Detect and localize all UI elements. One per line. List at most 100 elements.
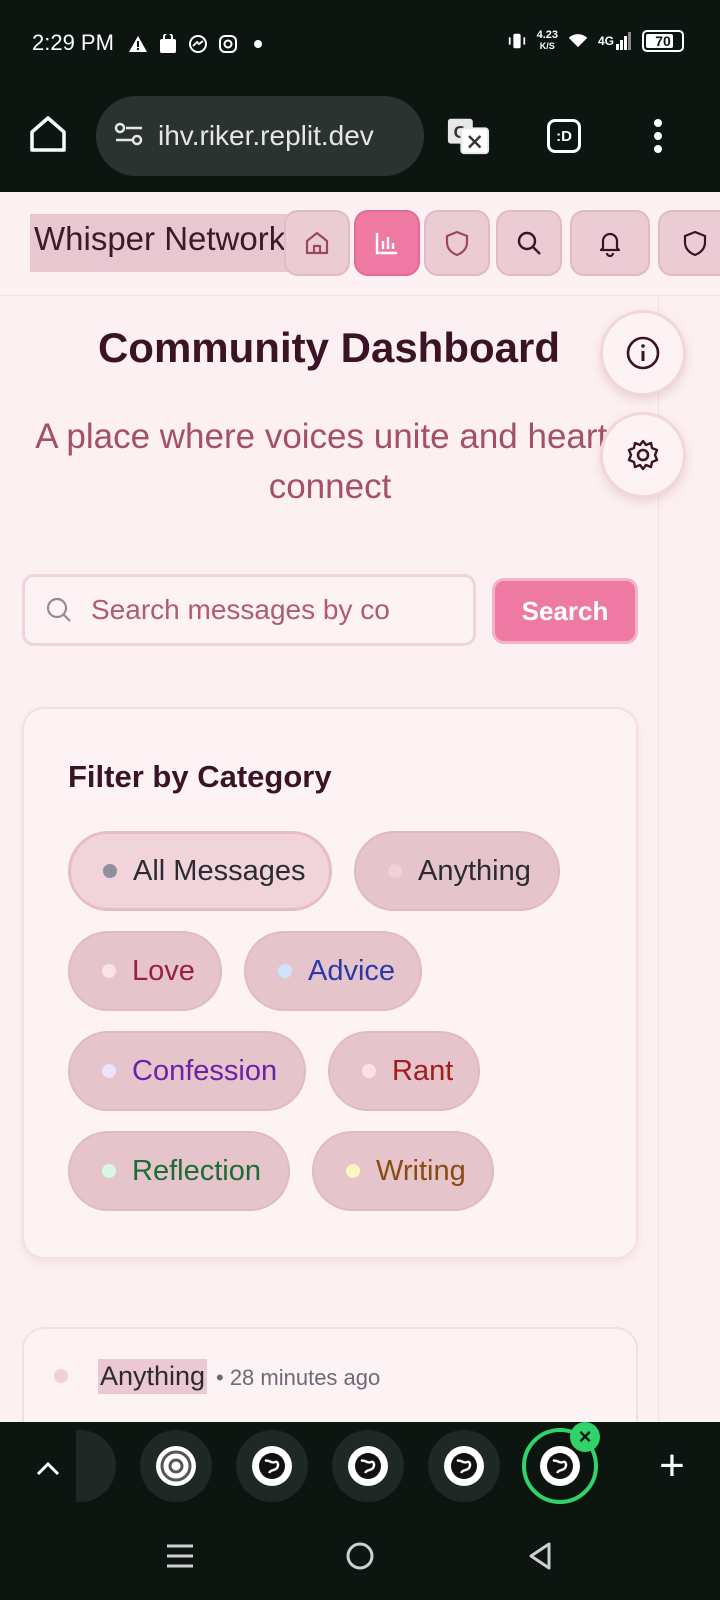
- recent-apps-button[interactable]: [158, 1534, 202, 1578]
- more-vertical-icon: [654, 119, 662, 153]
- message-category: Anything: [98, 1359, 208, 1394]
- page-title: Community Dashboard: [97, 324, 561, 371]
- address-bar[interactable]: ihv.riker.replit.dev: [96, 96, 424, 176]
- search-field[interactable]: [22, 574, 476, 646]
- chip-label: Confession: [132, 1054, 278, 1087]
- tab-switcher-button[interactable]: :D: [542, 114, 586, 158]
- browser-toolbar: ihv.riker.replit.dev G :D: [0, 92, 720, 190]
- browser-tab-chrome[interactable]: [140, 1430, 212, 1502]
- home-icon: [305, 231, 329, 255]
- translate-icon: G: [447, 118, 490, 155]
- search-button[interactable]: Search: [492, 578, 638, 644]
- plus-icon: +: [659, 1441, 685, 1490]
- nav-search-button[interactable]: [496, 210, 562, 276]
- nav-admin-button[interactable]: [658, 210, 720, 276]
- chip-dot: [346, 1164, 360, 1178]
- translate-button[interactable]: G: [446, 114, 490, 158]
- chip-dot: [103, 864, 117, 878]
- globe-icon: [348, 1446, 388, 1486]
- dot-icon: [248, 34, 268, 54]
- chip-advice[interactable]: Advice: [244, 931, 422, 1011]
- brand-logo[interactable]: Whisper Network: [30, 214, 292, 272]
- nav-dashboard-button[interactable]: [354, 210, 420, 276]
- chip-dot: [362, 1064, 376, 1078]
- globe-icon: [540, 1446, 580, 1486]
- chip-label: All Messages: [133, 854, 306, 887]
- wifi-icon: [568, 31, 588, 51]
- chip-love[interactable]: Love: [68, 931, 222, 1011]
- nav-home-button[interactable]: [284, 210, 350, 276]
- chip-rant[interactable]: Rant: [328, 1031, 480, 1111]
- browser-home-button[interactable]: [26, 112, 70, 156]
- chrome-icon: [156, 1446, 196, 1486]
- chip-dot: [102, 1064, 116, 1078]
- shield-icon: [445, 230, 469, 257]
- browser-tab[interactable]: [236, 1430, 308, 1502]
- chip-dot: [102, 1164, 116, 1178]
- info-button[interactable]: [600, 310, 686, 396]
- menu-icon: [167, 1544, 193, 1568]
- chip-dot: [102, 964, 116, 978]
- category-dot: [54, 1369, 68, 1383]
- search-icon: [46, 597, 71, 622]
- settings-button[interactable]: [600, 412, 686, 498]
- browser-menu-button[interactable]: [636, 114, 680, 158]
- new-tab-button[interactable]: +: [650, 1444, 694, 1488]
- chip-writing[interactable]: Writing: [312, 1131, 494, 1211]
- status-time: 2:29 PM: [32, 30, 114, 55]
- site-settings-icon[interactable]: [114, 121, 144, 152]
- tab-count-badge: :D: [547, 119, 581, 153]
- bell-icon: [599, 232, 621, 257]
- chip-reflection[interactable]: Reflection: [68, 1131, 290, 1211]
- cellular-signal-icon: 4G: [598, 31, 632, 51]
- chip-label: Rant: [392, 1054, 454, 1087]
- messenger-icon: [188, 34, 208, 54]
- system-status-icons: 4.23 K/S 4G 70: [507, 30, 684, 52]
- browser-tab-partial[interactable]: [76, 1430, 116, 1502]
- expand-tabs-button[interactable]: [26, 1446, 70, 1490]
- browser-tab[interactable]: [332, 1430, 404, 1502]
- chip-all-messages[interactable]: All Messages: [68, 831, 332, 911]
- chart-icon: [375, 233, 397, 255]
- gear-icon: [627, 439, 659, 471]
- page-subtitle: A place where voices unite and hearts co…: [35, 417, 625, 506]
- globe-icon: [252, 1446, 292, 1486]
- shield-icon: [683, 230, 707, 257]
- search-icon: [517, 231, 541, 255]
- chip-anything[interactable]: Anything: [354, 831, 560, 911]
- chip-label: Advice: [308, 954, 396, 987]
- home-nav-button[interactable]: [338, 1534, 382, 1578]
- message-timestamp: • 28 minutes ago: [216, 1365, 381, 1390]
- filter-title: Filter by Category: [68, 759, 332, 794]
- chip-label: Reflection: [132, 1154, 261, 1187]
- network-speed: 4.23 K/S: [536, 29, 558, 52]
- status-bar: 2:29 PM 4.23 K/S 4G 70: [0, 0, 720, 92]
- url-text[interactable]: ihv.riker.replit.dev: [158, 120, 406, 152]
- message-card[interactable]: Anything • 28 minutes ago: [22, 1327, 638, 1422]
- warning-icon: [128, 34, 148, 54]
- close-tab-icon[interactable]: ×: [570, 1422, 600, 1452]
- chip-dot: [278, 964, 292, 978]
- back-triangle-icon: [529, 1542, 551, 1570]
- info-icon: [626, 336, 660, 370]
- battery-indicator: 70: [642, 30, 684, 52]
- nav-moderation-button[interactable]: [424, 210, 490, 276]
- search-input[interactable]: [91, 594, 391, 626]
- chip-label: Writing: [376, 1154, 466, 1187]
- web-page: Whisper Network Community Dashboard A pl…: [0, 192, 720, 1422]
- home-icon: [30, 116, 66, 152]
- instagram-icon: [218, 34, 238, 54]
- browser-tab-strip: × +: [0, 1422, 720, 1514]
- back-button[interactable]: [518, 1534, 562, 1578]
- globe-icon: [444, 1446, 484, 1486]
- chip-dot: [388, 864, 402, 878]
- chevron-up-icon: [36, 1461, 60, 1476]
- circle-home-icon: [346, 1542, 374, 1570]
- filter-card: Filter by Category All Messages Anything…: [22, 707, 638, 1259]
- chip-label: Love: [132, 954, 195, 987]
- vibrate-icon: [507, 31, 527, 51]
- chip-confession[interactable]: Confession: [68, 1031, 306, 1111]
- nav-notifications-button[interactable]: [570, 210, 650, 276]
- browser-tab[interactable]: [428, 1430, 500, 1502]
- site-header: Whisper Network: [0, 192, 720, 296]
